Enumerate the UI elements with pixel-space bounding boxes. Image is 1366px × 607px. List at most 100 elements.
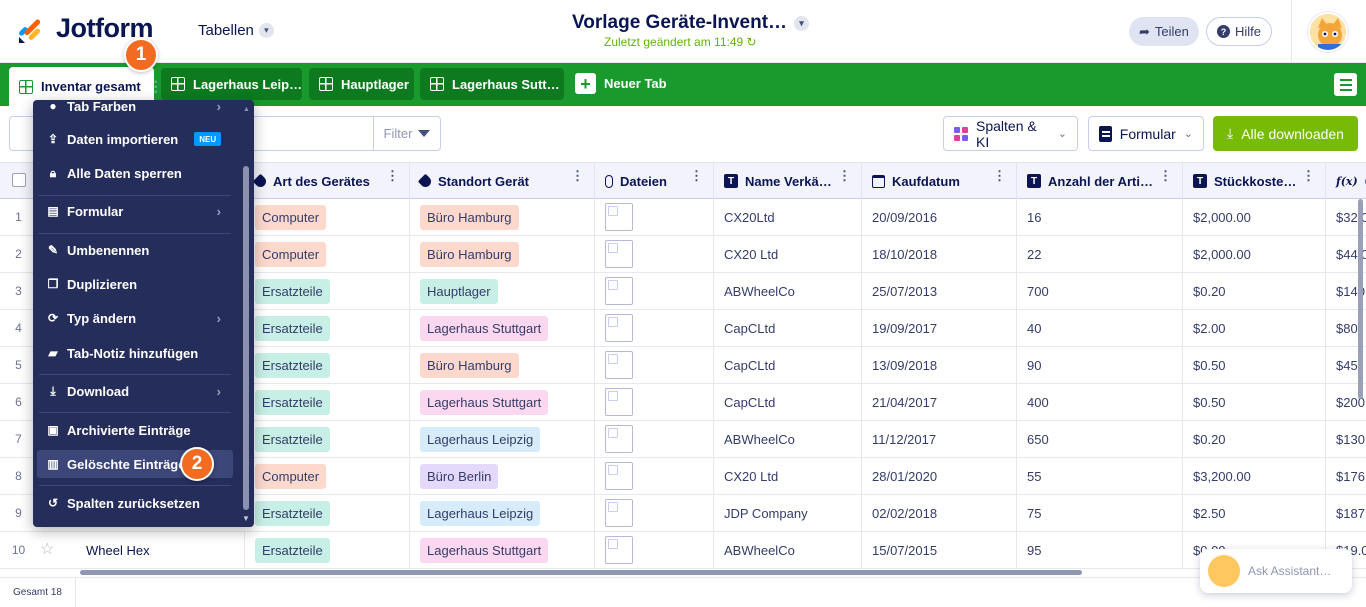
column-header-standort[interactable]: Standort Gerät ⋮ <box>410 163 595 199</box>
cell-date[interactable]: 13/09/2018 <box>862 347 1017 383</box>
cell-vendor[interactable]: ABWheelCo <box>714 421 862 457</box>
cell-date[interactable]: 02/02/2018 <box>862 495 1017 531</box>
menu-item-tab-farben[interactable]: ● Tab Farben › <box>37 100 233 120</box>
column-options-icon[interactable]: ⋮ <box>838 169 851 182</box>
column-options-icon[interactable]: ⋮ <box>690 169 703 182</box>
cell-location[interactable]: Büro Hamburg <box>410 347 595 383</box>
file-thumbnail-icon[interactable] <box>605 240 633 268</box>
menu-scrollbar[interactable] <box>243 166 249 510</box>
column-header-art-des-geraetes[interactable]: Art des Gerätes ⋮ <box>245 163 410 199</box>
cell-qty[interactable]: 40 <box>1017 310 1183 346</box>
cell-date[interactable]: 25/07/2013 <box>862 273 1017 309</box>
cell-date[interactable]: 19/09/2017 <box>862 310 1017 346</box>
cell-date[interactable]: 28/01/2020 <box>862 458 1017 494</box>
cell-files[interactable] <box>595 532 714 568</box>
cell-files[interactable] <box>595 421 714 457</box>
cell-cost[interactable]: $0.20 <box>1183 421 1326 457</box>
cell-qty[interactable]: 700 <box>1017 273 1183 309</box>
cell-qty[interactable]: 22 <box>1017 236 1183 272</box>
share-button[interactable]: ➦ Teilen <box>1129 17 1199 46</box>
cell-date[interactable]: 20/09/2016 <box>862 199 1017 235</box>
cell-type[interactable]: Ersatzteile <box>245 532 410 568</box>
cell-date[interactable]: 21/04/2017 <box>862 384 1017 420</box>
cell-files[interactable] <box>595 199 714 235</box>
cell-files[interactable] <box>595 458 714 494</box>
menu-item-alle-daten-sperren[interactable]: 🔒︎ Alle Daten sperren <box>37 159 233 187</box>
file-thumbnail-icon[interactable] <box>605 388 633 416</box>
menu-item-spalten-zuruecksetzen[interactable]: ↺ Spalten zurücksetzen <box>37 489 233 517</box>
cell-type[interactable]: Ersatzteile <box>245 273 410 309</box>
cell-cost[interactable]: $2.50 <box>1183 495 1326 531</box>
cell-location[interactable]: Lagerhaus Stuttgart <box>410 384 595 420</box>
cell-files[interactable] <box>595 495 714 531</box>
filter-button[interactable]: Filter <box>373 116 441 151</box>
cell-vendor[interactable]: JDP Company <box>714 495 862 531</box>
cell-location[interactable]: Lagerhaus Leipzig <box>410 421 595 457</box>
cell-total[interactable]: $176,0 <box>1326 458 1366 494</box>
column-header-name-verkaeufer[interactable]: T Name Verkä… ⋮ <box>714 163 862 199</box>
cell-date[interactable]: 18/10/2018 <box>862 236 1017 272</box>
cell-vendor[interactable]: CapCLtd <box>714 310 862 346</box>
vertical-scrollbar[interactable] <box>1358 199 1363 399</box>
column-header-anzahl[interactable]: T Anzahl der Arti… ⋮ <box>1017 163 1183 199</box>
cell-vendor[interactable]: ABWheelCo <box>714 273 862 309</box>
cell-vendor[interactable]: CapCLtd <box>714 347 862 383</box>
cell-qty[interactable]: 16 <box>1017 199 1183 235</box>
cell-type[interactable]: Ersatzteile <box>245 421 410 457</box>
cell-type[interactable]: Computer <box>245 458 410 494</box>
cell-type[interactable]: Ersatzteile <box>245 384 410 420</box>
columns-ai-button[interactable]: Spalten & KI ⌄ <box>943 116 1078 151</box>
cell-total[interactable]: $130 <box>1326 421 1366 457</box>
file-thumbnail-icon[interactable] <box>605 462 633 490</box>
cell-cost[interactable]: $0.50 <box>1183 384 1326 420</box>
cell-location[interactable]: Büro Hamburg <box>410 236 595 272</box>
cell-location[interactable]: Lagerhaus Stuttgart <box>410 532 595 568</box>
cell-item-name[interactable]: Wheel Hex <box>76 532 245 568</box>
menu-item-daten-importieren[interactable]: ⇪ Daten importieren NEU <box>37 125 233 153</box>
jotform-logo-icon[interactable] <box>16 15 46 45</box>
cell-qty[interactable]: 90 <box>1017 347 1183 383</box>
cell-vendor[interactable]: CX20Ltd <box>714 199 862 235</box>
menu-item-typ-aendern[interactable]: ⟳ Typ ändern › <box>37 304 233 332</box>
tab-lagerhaus-leipzig[interactable]: Lagerhaus Leip… <box>161 68 302 100</box>
cell-type[interactable]: Computer <box>245 236 410 272</box>
cell-cost[interactable]: $2,000.00 <box>1183 199 1326 235</box>
cell-cost[interactable]: $2.00 <box>1183 310 1326 346</box>
download-all-button[interactable]: ⤓ Alle downloaden <box>1213 116 1358 151</box>
menu-item-archivierte-eintraege[interactable]: ▣ Archivierte Einträge <box>37 416 233 444</box>
tab-options-icon[interactable]: ⋮ <box>149 78 163 95</box>
column-header-dateien[interactable]: Dateien ⋮ <box>595 163 714 199</box>
avatar[interactable] <box>1308 12 1348 52</box>
form-button[interactable]: Formular ⌄ <box>1088 116 1204 151</box>
column-options-icon[interactable]: ⋮ <box>1159 169 1172 182</box>
file-thumbnail-icon[interactable] <box>605 499 633 527</box>
scroll-down-icon[interactable]: ▼ <box>242 514 250 523</box>
tab-lagerhaus-stuttgart[interactable]: Lagerhaus Sutt… <box>420 68 564 100</box>
tables-dropdown[interactable]: Tabellen ▾ <box>198 22 274 39</box>
cell-location[interactable]: Hauptlager <box>410 273 595 309</box>
ask-assistant-button[interactable]: Ask Assistant… <box>1200 549 1352 593</box>
table-row[interactable]: 10 ☆ Wheel Hex Ersatzteile Lagerhaus Stuttga… <box>0 532 1366 569</box>
column-header-kaufdatum[interactable]: Kaufdatum ⋮ <box>862 163 1017 199</box>
column-header-stueckkosten[interactable]: T Stückkoste… ⋮ <box>1183 163 1326 199</box>
file-thumbnail-icon[interactable] <box>605 277 633 305</box>
cell-type[interactable]: Computer <box>245 199 410 235</box>
cell-vendor[interactable]: ABWheelCo <box>714 532 862 568</box>
document-title[interactable]: Vorlage Geräte-Invent… ▾ <box>572 12 810 34</box>
cell-files[interactable] <box>595 347 714 383</box>
cell-type[interactable]: Ersatzteile <box>245 310 410 346</box>
cell-cost[interactable]: $2,000.00 <box>1183 236 1326 272</box>
column-options-icon[interactable]: ⋮ <box>571 169 584 182</box>
menu-item-formular[interactable]: ▤ Formular › <box>37 197 233 225</box>
help-button[interactable]: ? Hilfe <box>1206 17 1273 46</box>
cell-cost[interactable]: $0.50 <box>1183 347 1326 383</box>
cell-vendor[interactable]: CX20 Ltd <box>714 236 862 272</box>
cell-type[interactable]: Ersatzteile <box>245 347 410 383</box>
cell-vendor[interactable]: CapCLtd <box>714 384 862 420</box>
cell-files[interactable] <box>595 273 714 309</box>
cell-qty[interactable]: 75 <box>1017 495 1183 531</box>
menu-item-tab-notiz[interactable]: ▰ Tab-Notiz hinzufügen <box>37 339 233 367</box>
cell-location[interactable]: Büro Hamburg <box>410 199 595 235</box>
column-options-icon[interactable]: ⋮ <box>993 169 1006 182</box>
hamburger-menu-icon[interactable] <box>1334 73 1357 96</box>
